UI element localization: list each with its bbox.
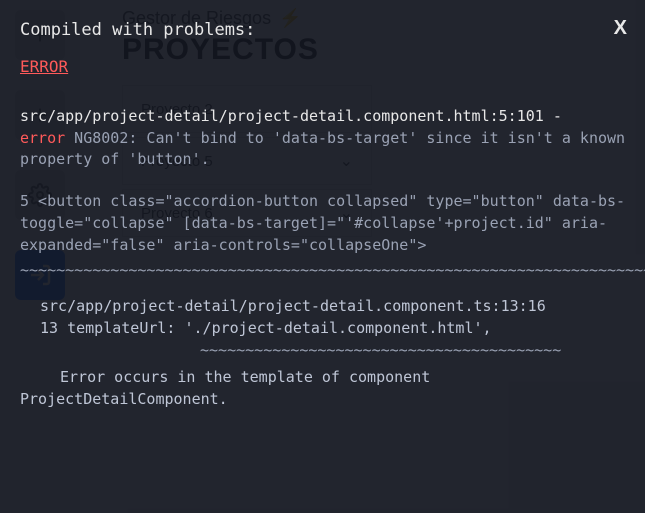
error-message: error NG8002: Can't bind to 'data-bs-tar… xyxy=(20,128,629,172)
compiler-error-overlay: X Compiled with problems: ERROR src/app/… xyxy=(0,0,645,513)
error-summary: Error occurs in the template of componen… xyxy=(60,367,629,389)
error-tag: ERROR xyxy=(20,55,68,78)
error-sub-location: src/app/project-detail/project-detail.co… xyxy=(40,296,629,318)
error-sub-line: 13 templateUrl: './project-detail.compon… xyxy=(40,318,629,340)
close-button[interactable]: X xyxy=(614,14,627,43)
overlay-header: Compiled with problems: xyxy=(20,18,629,43)
error-summary-component: ProjectDetailComponent. xyxy=(20,389,629,411)
error-underline: ~~~~~~~~~~~~~~~~~~~~~~~~~~~~~~~~~~~~~~~~… xyxy=(20,260,629,282)
error-code-line: 5 <button class="accordion-button collap… xyxy=(20,191,629,256)
error-location: src/app/project-detail/project-detail.co… xyxy=(20,106,629,128)
error-sub-underline: ~~~~~~~~~~~~~~~~~~~~~~~~~~~~~~~~~~~~~~~~ xyxy=(200,340,629,362)
